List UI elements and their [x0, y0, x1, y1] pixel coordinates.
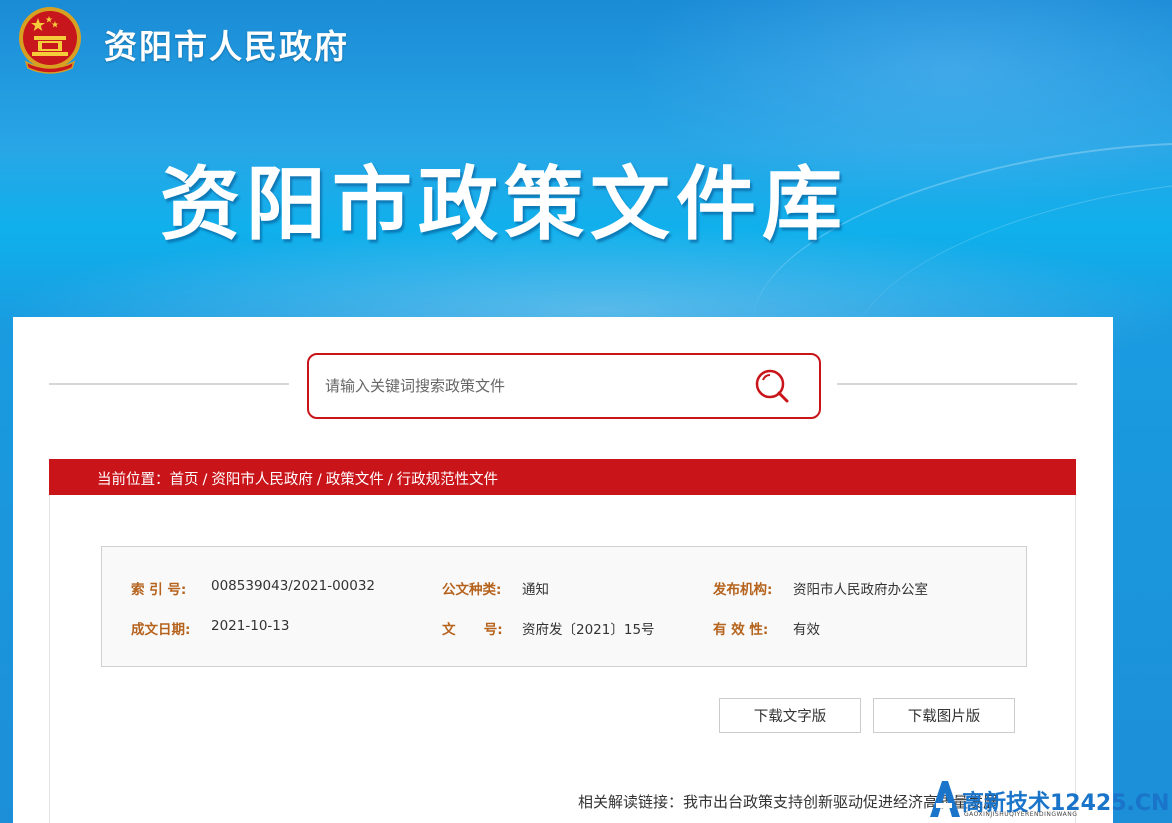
- breadcrumb-prefix: 当前位置：: [97, 472, 170, 488]
- search-icon[interactable]: [753, 367, 793, 407]
- main-panel: 当前位置：首页/资阳市人民政府/政策文件/行政规范性文件 索 引 号: 0085…: [13, 317, 1113, 823]
- breadcrumb: 当前位置：首页 / 资阳市人民政府 / 政策文件 / 行政规范性文件: [97, 468, 498, 489]
- index-number-label: 索 引 号:: [131, 582, 187, 598]
- document-number-label: 文 号:: [442, 622, 503, 638]
- document-metadata: 索 引 号: 008539043/2021-00032 公文种类: 通知 发布机…: [101, 546, 1027, 667]
- index-number-value: 008539043/2021-00032: [211, 578, 376, 594]
- breadcrumb-normative-documents[interactable]: 行政规范性文件: [397, 472, 499, 488]
- search-input[interactable]: [325, 371, 725, 401]
- date-value: 2021-10-13: [211, 618, 290, 634]
- document-number-value: 资府发〔2021〕15号: [522, 622, 655, 638]
- search-divider-left: [49, 383, 289, 385]
- download-text-button[interactable]: 下载文字版: [719, 698, 861, 733]
- breadcrumb-separator: /: [387, 472, 393, 488]
- breadcrumb-separator: /: [316, 472, 322, 488]
- breadcrumb-separator: /: [202, 472, 208, 488]
- national-emblem-icon[interactable]: [16, 4, 84, 76]
- banner-title: 资阳市政策文件库: [160, 158, 848, 251]
- validity-label: 有 效 性:: [713, 622, 769, 638]
- watermark-logo-icon: [930, 781, 960, 817]
- validity-value: 有效: [793, 622, 820, 638]
- watermark: 高新技术12425.CN GAOXINJISHUQIYERENDINGWANG: [926, 775, 1172, 823]
- related-label: 相关解读链接：: [578, 793, 684, 811]
- date-label: 成文日期:: [131, 622, 191, 638]
- search-box: [307, 353, 821, 419]
- watermark-subtext: GAOXINJISHUQIYERENDINGWANG: [964, 811, 1078, 818]
- breadcrumb-home[interactable]: 首页: [170, 472, 199, 488]
- search-divider-right: [837, 383, 1077, 385]
- issuer-label: 发布机构:: [713, 582, 773, 598]
- breadcrumb-bar: 当前位置：首页 / 资阳市人民政府 / 政策文件 / 行政规范性文件: [49, 459, 1076, 495]
- document-content: 索 引 号: 008539043/2021-00032 公文种类: 通知 发布机…: [49, 495, 1076, 823]
- issuer-value: 资阳市人民政府办公室: [793, 582, 928, 598]
- site-name[interactable]: 资阳市人民政府: [104, 20, 349, 68]
- document-type-label: 公文种类:: [442, 582, 502, 598]
- download-image-button[interactable]: 下载图片版: [873, 698, 1015, 733]
- document-type-value: 通知: [522, 582, 549, 598]
- breadcrumb-city-government[interactable]: 资阳市人民政府: [211, 472, 313, 488]
- breadcrumb-policy-documents[interactable]: 政策文件: [326, 472, 384, 488]
